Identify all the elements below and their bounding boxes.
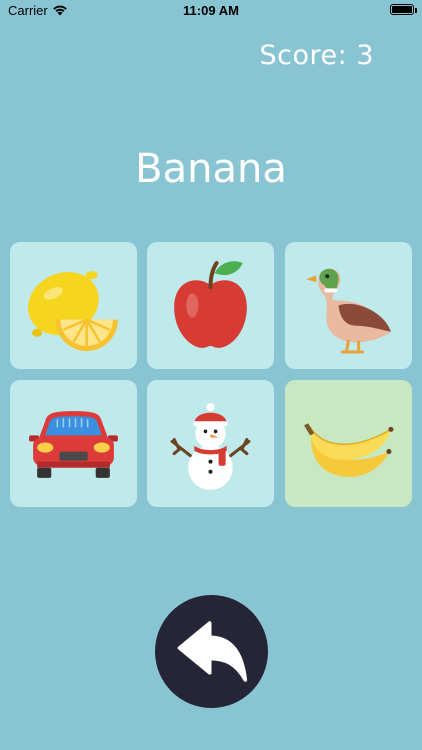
snowman-icon — [170, 403, 251, 490]
back-arrow-icon — [177, 621, 248, 682]
choice-card-lemon[interactable] — [10, 242, 137, 369]
battery-icon — [390, 4, 414, 15]
banana-icon — [304, 423, 394, 477]
status-time: 11:09 AM — [183, 3, 239, 18]
choice-grid — [10, 242, 412, 508]
apple-icon — [174, 261, 247, 348]
choice-card-apple[interactable] — [147, 242, 274, 369]
battery-cap — [415, 8, 417, 13]
target-word: Banana — [135, 146, 287, 192]
car-icon — [29, 411, 118, 478]
status-bar: Carrier 11:09 AM — [0, 0, 422, 22]
choice-card-duck[interactable] — [285, 242, 412, 369]
choice-card-snowman[interactable] — [147, 380, 274, 507]
choice-card-banana[interactable] — [285, 380, 412, 507]
lemon-icon — [28, 271, 118, 351]
choice-card-car[interactable] — [10, 380, 137, 507]
back-button[interactable] — [155, 595, 268, 708]
duck-icon — [306, 268, 391, 354]
score-label: Score: 3 — [259, 40, 374, 71]
